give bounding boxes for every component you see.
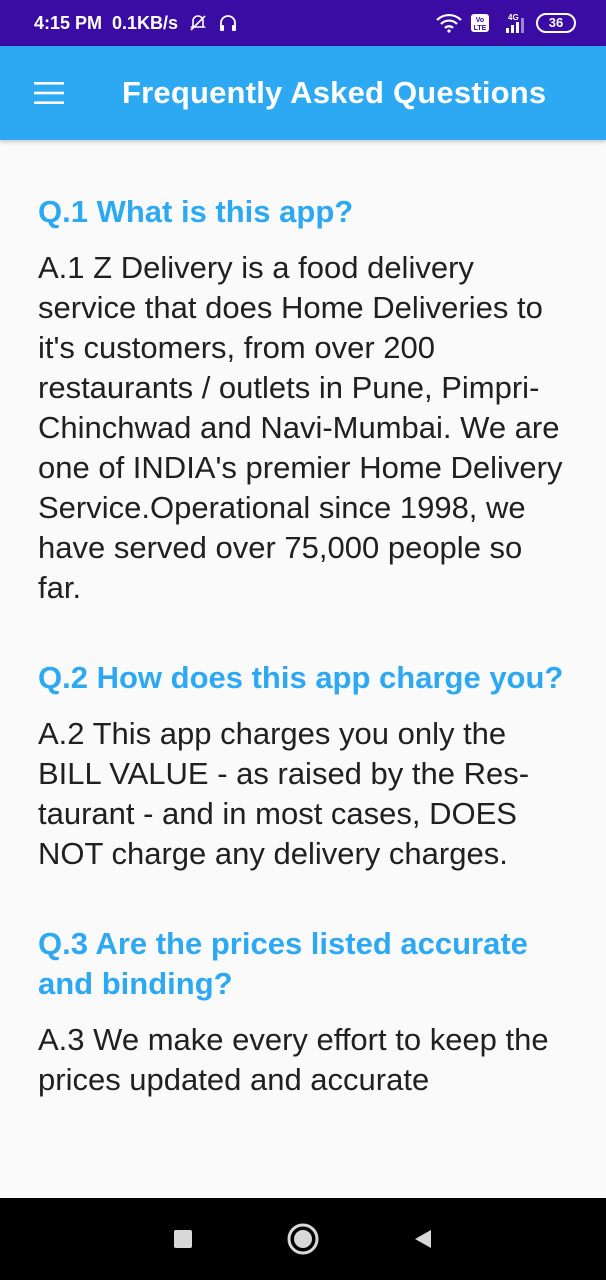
faq-answer: A.3 We make every effort to keep the pri… [38,1022,549,1097]
svg-text:Vo: Vo [476,17,484,24]
hamburger-menu-icon[interactable] [24,68,74,118]
status-left: 4:15 PM 0.1KB/s [34,13,238,34]
status-net-speed: 0.1KB/s [112,12,179,33]
recents-square-icon[interactable] [123,1198,243,1280]
system-nav-bar [0,1198,606,1280]
faq-question: Q.1 What is this app? [38,194,354,229]
status-time: 4:15 PM [34,12,103,33]
home-circle-icon[interactable] [243,1198,363,1280]
status-right: Vo LTE 4G 36 [436,12,576,34]
faq-question: Q.3 Are the prices listed accurate and b… [38,926,528,1001]
svg-text:4G: 4G [508,13,519,22]
faq-item: Q.3 Are the prices listed accurate and b… [38,924,568,1100]
faq-list[interactable]: Q.1 What is this app? A.1 Z Delivery is … [0,140,606,1198]
back-triangle-icon[interactable] [363,1198,483,1280]
svg-text:LTE: LTE [474,25,487,32]
volte-icon: Vo LTE [470,13,490,33]
wifi-icon [436,13,462,33]
headset-icon [218,13,238,33]
silent-bell-icon [188,13,208,33]
faq-item: Q.2 How does this app charge you? A.2 Th… [38,658,568,874]
faq-answer: A.1 Z Delivery is a food delivery servic… [38,250,563,605]
faq-item: Q.1 What is this app? A.1 Z Delivery is … [38,192,568,608]
app-bar: Frequently Asked Questions [0,46,606,140]
faq-question: Q.2 How does this app charge you? [38,660,564,695]
faq-answer: A.2 This app charges you only the BILL V… [38,716,530,871]
status-bar: 4:15 PM 0.1KB/s Vo LTE 4G 36 [0,0,606,46]
battery-icon: 36 [536,13,576,33]
page-title: Frequently Asked Questions [122,75,547,110]
signal-icon: 4G [498,12,528,34]
